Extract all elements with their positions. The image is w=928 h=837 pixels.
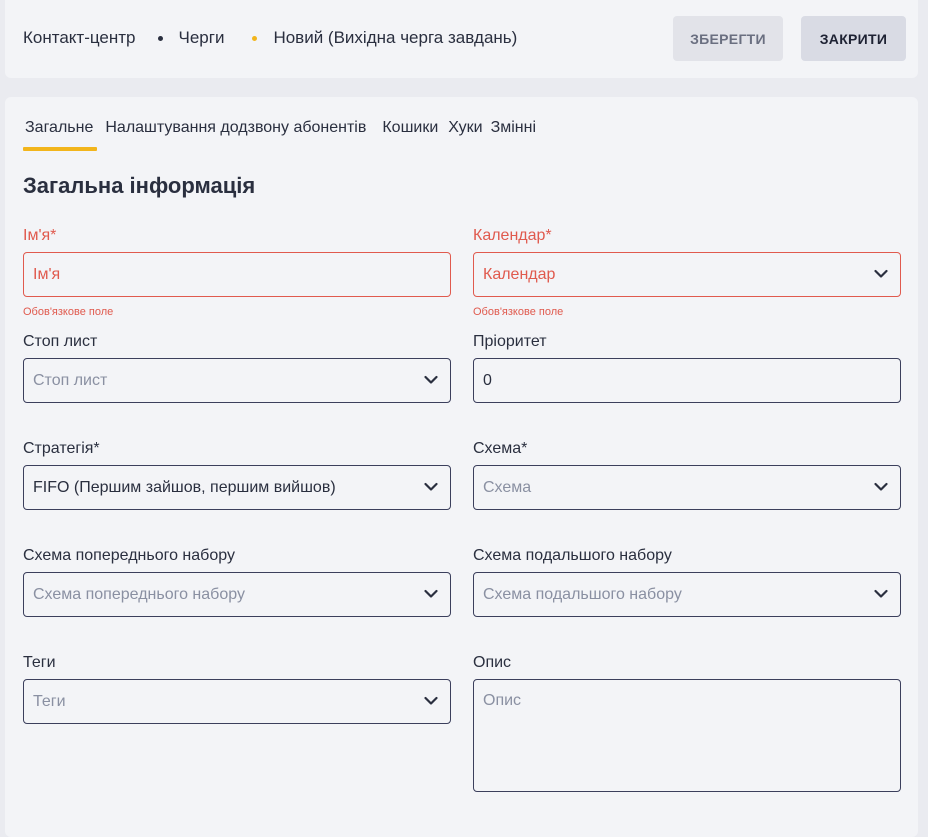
- strategy-field-group: Стратегія* FIFO (Першим зайшов, першим в…: [23, 439, 451, 510]
- scheme-select[interactable]: Схема: [473, 465, 901, 510]
- calendar-field-group: Календар* Календар Обов'язкове поле: [473, 226, 901, 318]
- post-scheme-select[interactable]: Схема подальшого набору: [473, 572, 901, 617]
- close-button[interactable]: ЗАКРИТИ: [801, 16, 906, 61]
- scheme-label: Схема*: [473, 440, 528, 457]
- stoplist-placeholder: Стоп лист: [33, 371, 108, 389]
- calendar-label: Календар*: [473, 227, 552, 244]
- chevron-down-icon: [874, 589, 888, 598]
- post-scheme-placeholder: Схема подальшого набору: [483, 585, 682, 603]
- name-placeholder: Ім'я: [33, 265, 61, 283]
- tags-select[interactable]: Теги: [23, 679, 451, 724]
- priority-input[interactable]: 0: [473, 358, 901, 403]
- main-panel: Загальне Налаштування додзвону абонентів…: [5, 97, 918, 837]
- stoplist-label: Стоп лист: [23, 333, 98, 350]
- tab-general[interactable]: Загальне: [23, 119, 98, 151]
- pre-scheme-select[interactable]: Схема попереднього набору: [23, 572, 451, 617]
- top-bar: Контакт-центр Черги Новий (Вихідна черга…: [5, 0, 918, 78]
- calendar-select[interactable]: Календар: [473, 252, 901, 297]
- name-field-group: Ім'я* Ім'я Обов'язкове поле: [23, 226, 451, 318]
- chevron-down-icon: [424, 482, 438, 491]
- scheme-field-group: Схема* Схема: [473, 439, 901, 510]
- save-button[interactable]: ЗБЕРЕГТИ: [673, 16, 783, 61]
- description-textarea[interactable]: Опис: [473, 679, 901, 792]
- description-field-group: Опис Опис: [473, 653, 901, 792]
- pre-scheme-placeholder: Схема попереднього набору: [33, 585, 245, 603]
- breadcrumb-item-queues[interactable]: Черги: [179, 28, 225, 48]
- section-title: Загальна інформація: [23, 173, 256, 198]
- priority-value: 0: [483, 371, 492, 389]
- tab-hooks[interactable]: Хуки: [446, 119, 484, 149]
- pre-scheme-label: Схема попереднього набору: [23, 547, 235, 564]
- strategy-select[interactable]: FIFO (Першим зайшов, першим вийшов): [23, 465, 451, 510]
- stoplist-select[interactable]: Стоп лист: [23, 358, 451, 403]
- breadcrumb-separator-current: [252, 35, 258, 41]
- tags-label: Теги: [23, 654, 56, 671]
- breadcrumb-item-contact-center[interactable]: Контакт-центр: [23, 28, 136, 48]
- priority-label: Пріоритет: [473, 333, 547, 350]
- chevron-down-icon: [874, 269, 888, 278]
- name-label: Ім'я*: [23, 227, 57, 244]
- description-placeholder: Опис: [483, 692, 522, 709]
- breadcrumb-item-current: Новий (Вихідна черга завдань): [273, 28, 518, 47]
- calendar-error: Обов'язкове поле: [473, 306, 564, 318]
- calendar-placeholder: Календар: [483, 265, 556, 283]
- name-error: Обов'язкове поле: [23, 306, 114, 318]
- tab-buckets[interactable]: Кошики: [380, 119, 440, 149]
- pre-scheme-field-group: Схема попереднього набору Схема попередн…: [23, 546, 451, 617]
- strategy-value: FIFO (Першим зайшов, першим вийшов): [33, 478, 336, 496]
- description-label: Опис: [473, 654, 512, 671]
- breadcrumb: Контакт-центр Черги Новий (Вихідна черга…: [23, 28, 517, 48]
- post-scheme-label: Схема подальшого набору: [473, 547, 672, 564]
- tags-placeholder: Теги: [33, 692, 66, 710]
- post-scheme-field-group: Схема подальшого набору Схема подальшого…: [473, 546, 901, 617]
- tab-variables[interactable]: Змінні: [489, 119, 538, 149]
- priority-field-group: Пріоритет 0: [473, 332, 901, 403]
- chevron-down-icon: [424, 589, 438, 598]
- name-input[interactable]: Ім'я: [23, 252, 451, 297]
- tab-dial-settings[interactable]: Налаштування додзвону абонентів: [103, 119, 368, 149]
- stoplist-field-group: Стоп лист Стоп лист: [23, 332, 451, 403]
- strategy-label: Стратегія*: [23, 440, 100, 457]
- breadcrumb-separator: [157, 35, 163, 41]
- chevron-down-icon: [874, 482, 888, 491]
- chevron-down-icon: [424, 696, 438, 705]
- chevron-down-icon: [424, 375, 438, 384]
- scheme-placeholder: Схема: [483, 478, 532, 496]
- tab-bar: Загальне Налаштування додзвону абонентів…: [23, 119, 546, 151]
- tags-field-group: Теги Теги: [23, 653, 451, 724]
